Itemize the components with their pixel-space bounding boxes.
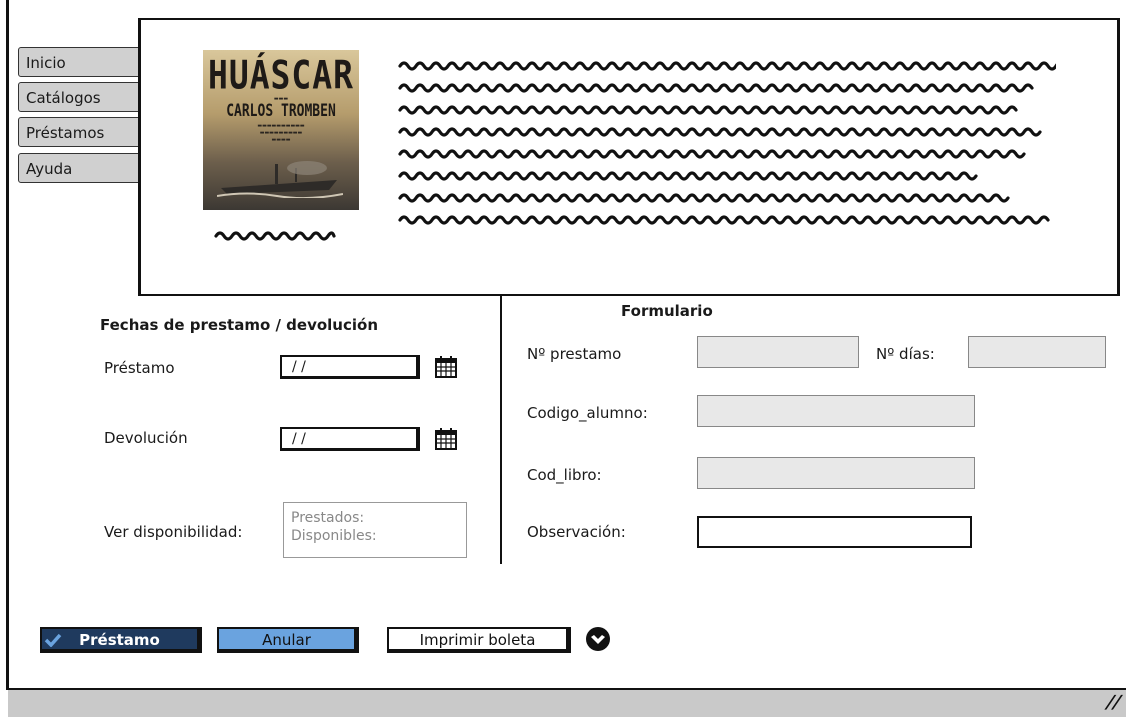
book-description-scribble [398,61,1056,225]
loan-button-label: Préstamo [79,631,160,649]
arrow-down-circle-icon[interactable] [585,626,611,652]
print-button-label: Imprimir boleta [419,631,536,649]
availability-box: Prestados: Disponibles: [283,502,467,558]
cover-subtitle-lines: ▬▬▬▬▬▬▬▬▬▬ ▬▬▬▬▬▬▬▬▬ ▬▬▬▬ [257,123,305,143]
book-code-label: Cod_libro: [527,466,602,484]
tab-label: Préstamos [26,124,105,142]
book-caption-scribble [214,231,336,241]
cancel-button[interactable]: Anular [217,627,359,653]
book-cover-image: HUÁSCAR ▬▬▬ CARLOS TROMBEN ▬▬▬▬▬▬▬▬▬▬ ▬▬▬… [203,50,359,210]
loan-date-input[interactable]: / / [280,355,420,379]
loan-date-label: Préstamo [104,359,175,377]
print-receipt-button[interactable]: Imprimir boleta [387,627,571,653]
return-date-input[interactable]: / / [280,427,420,451]
available-count-label: Disponibles: [291,528,377,544]
tab-label: Ayuda [26,160,73,178]
calendar-icon[interactable] [434,355,458,379]
cancel-button-label: Anular [262,631,311,649]
ship-illustration [217,161,343,198]
tab-prestamos[interactable]: Préstamos [18,117,140,147]
cover-title: HUÁSCAR [207,51,355,98]
observation-field[interactable] [697,516,972,548]
student-code-field[interactable] [697,395,975,427]
book-code-field[interactable] [697,457,975,489]
availability-label: Ver disponibilidad: [104,523,243,541]
tab-catalogos[interactable]: Catálogos [18,82,140,112]
tab-label: Catálogos [26,89,101,107]
section-divider [500,296,502,564]
check-icon [44,633,62,647]
return-date-label: Devolución [104,429,188,447]
tab-inicio[interactable]: Inicio [18,47,140,77]
loan-button[interactable]: Préstamo [40,627,202,653]
tab-ayuda[interactable]: Ayuda [18,153,140,183]
window-frame [6,0,9,690]
tab-label: Inicio [26,54,66,72]
status-bar [8,688,1126,717]
loan-number-field[interactable] [697,336,859,368]
dates-heading: Fechas de prestamo / devolución [100,316,379,334]
cover-author: CARLOS TROMBEN [226,101,336,122]
days-field[interactable] [968,336,1106,368]
student-code-label: Codigo_alumno: [527,404,648,422]
calendar-icon[interactable] [434,427,458,451]
form-heading: Formulario [621,302,713,320]
lent-count-label: Prestados: [291,510,365,526]
days-label: Nº días: [876,345,935,363]
loan-number-label: Nº prestamo [527,345,622,363]
observation-label: Observación: [527,523,626,541]
